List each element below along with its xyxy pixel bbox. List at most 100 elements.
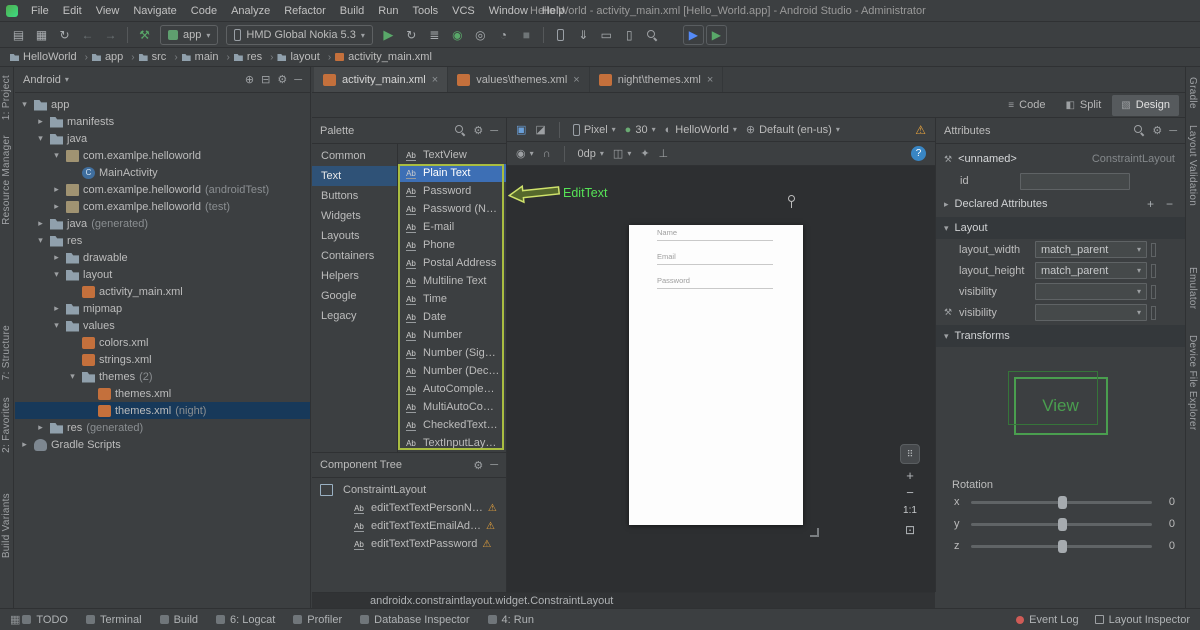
- tree-expand-icon[interactable]: ▾: [51, 150, 62, 161]
- open-icon[interactable]: ▤: [8, 25, 29, 45]
- project-tree-item[interactable]: ▾ layout: [15, 266, 310, 283]
- rotation-slider[interactable]: [971, 495, 1152, 509]
- sdk-manager-icon[interactable]: ⇓: [573, 25, 594, 45]
- tree-expand-icon[interactable]: ▸: [35, 218, 46, 229]
- apply-changes-icon[interactable]: ↻: [401, 25, 422, 45]
- breadcrumb-item[interactable]: HelloWorld ›: [10, 51, 92, 63]
- palette-item[interactable]: Date: [398, 308, 506, 326]
- component-tree-item[interactable]: editTextTextPersonN… ⚠: [312, 499, 506, 517]
- palette-item[interactable]: Number (Sig…: [398, 344, 506, 362]
- tab-close-icon[interactable]: ×: [573, 74, 579, 86]
- project-tree-item[interactable]: ▾ themes (2): [15, 368, 310, 385]
- declared-attributes-section[interactable]: ▸ Declared Attributes + −: [936, 193, 1185, 215]
- status-bar-tool-button[interactable]: 6: Logcat: [216, 614, 275, 626]
- layout-section[interactable]: ▾ Layout: [936, 217, 1185, 239]
- infer-constraints-icon[interactable]: ✦: [640, 147, 649, 160]
- tool-window-switcher-icon[interactable]: ▦: [10, 613, 20, 626]
- attribute-value-select[interactable]: ▾: [1035, 304, 1147, 321]
- event-log-button[interactable]: Event Log: [1016, 614, 1079, 626]
- menu-item[interactable]: Code: [184, 0, 224, 22]
- project-tree-item[interactable]: ▾ res: [15, 232, 310, 249]
- tree-expand-icon[interactable]: ▸: [51, 252, 62, 263]
- palette-category[interactable]: Layouts: [312, 226, 397, 246]
- search-icon[interactable]: [455, 125, 466, 136]
- status-bar-tool-button[interactable]: 4: Run: [488, 614, 534, 626]
- locate-file-icon[interactable]: ⊕: [245, 73, 254, 86]
- hide-panel-icon[interactable]: ─: [1169, 125, 1177, 137]
- edittext-field[interactable]: Email: [657, 252, 773, 265]
- status-bar-tool-button[interactable]: Build: [160, 614, 198, 626]
- device-in-editor-select[interactable]: Pixel ▾: [572, 123, 616, 136]
- run-configuration-select[interactable]: app ▾: [160, 25, 219, 45]
- palette-item[interactable]: TextView: [398, 146, 506, 164]
- resource-picker-button[interactable]: [1151, 263, 1156, 278]
- menu-item[interactable]: Edit: [56, 0, 89, 22]
- project-tree-item[interactable]: ▾ app: [15, 96, 310, 113]
- project-tree-item[interactable]: ▾ com.examlpe.helloworld: [15, 147, 310, 164]
- tree-expand-icon[interactable]: ▸: [51, 303, 62, 314]
- status-bar-tool-button[interactable]: Profiler: [293, 614, 342, 626]
- palette-item[interactable]: MultiAutoCo…: [398, 398, 506, 416]
- tree-expand-icon[interactable]: ▾: [35, 133, 46, 144]
- palette-category[interactable]: Google: [312, 286, 397, 306]
- locale-select[interactable]: ⊕ Default (en-us) ▾: [746, 123, 840, 137]
- search-icon[interactable]: [1134, 125, 1145, 136]
- tool-window-button[interactable]: 2: Favorites: [1, 397, 12, 453]
- autoconnect-magnet-icon[interactable]: ∩: [543, 148, 551, 160]
- menu-item[interactable]: View: [89, 0, 127, 22]
- editor-tab[interactable]: night\themes.xml ×: [590, 67, 724, 92]
- design-canvas[interactable]: Name Email Password ⠿ + − 1:1 ⊡: [507, 166, 935, 592]
- hide-panel-icon[interactable]: ─: [490, 459, 498, 471]
- palette-category[interactable]: Widgets: [312, 206, 397, 226]
- tree-expand-icon[interactable]: ▸: [51, 201, 62, 212]
- project-tree-item[interactable]: MainActivity: [15, 164, 310, 181]
- warning-icon[interactable]: ⚠: [482, 539, 491, 550]
- tab-close-icon[interactable]: ×: [432, 74, 438, 86]
- zoom-to-fit-icon[interactable]: ⊡: [905, 523, 915, 537]
- tool-window-button[interactable]: Resource Manager: [1, 135, 12, 225]
- project-tree-item[interactable]: ▸ com.examlpe.helloworld (test): [15, 198, 310, 215]
- pan-icon[interactable]: ⠿: [900, 444, 920, 464]
- lint-warning-icon[interactable]: ⚠: [915, 123, 926, 137]
- rotation-slider[interactable]: [971, 517, 1152, 531]
- breadcrumb-item[interactable]: activity_main.xml: [335, 51, 444, 63]
- status-bar-tool-button[interactable]: TODO: [22, 614, 68, 626]
- device-file-explorer-icon[interactable]: ▯: [619, 25, 640, 45]
- palette-item[interactable]: Number (Dec…: [398, 362, 506, 380]
- save-all-icon[interactable]: ▦: [31, 25, 52, 45]
- tool-window-button[interactable]: 1: Project: [1, 75, 12, 120]
- palette-item[interactable]: Multiline Text: [398, 272, 506, 290]
- tab-close-icon[interactable]: ×: [707, 74, 713, 86]
- project-tree-item[interactable]: ▸ res (generated): [15, 419, 310, 436]
- run-button[interactable]: ▶: [378, 25, 399, 45]
- project-tree-item[interactable]: activity_main.xml: [15, 283, 310, 300]
- palette-category[interactable]: Helpers: [312, 266, 397, 286]
- tree-expand-icon[interactable]: ▸: [51, 184, 62, 195]
- palette-item[interactable]: AutoComple…: [398, 380, 506, 398]
- gradle-run-icon[interactable]: ▶: [705, 25, 727, 45]
- palette-item[interactable]: Password (N…: [398, 200, 506, 218]
- sync-icon[interactable]: ↻: [54, 25, 75, 45]
- rotation-slider-thumb[interactable]: [1057, 539, 1067, 553]
- canvas-resize-handle[interactable]: [810, 528, 819, 537]
- profile-icon[interactable]: ◔: [493, 25, 514, 45]
- attribute-value-select[interactable]: match_parent ▾: [1035, 262, 1147, 279]
- menu-item[interactable]: Analyze: [224, 0, 277, 22]
- project-tree-item[interactable]: ▸ drawable: [15, 249, 310, 266]
- debug-icon[interactable]: ◉: [447, 25, 468, 45]
- status-bar-tool-button[interactable]: Database Inspector: [360, 614, 469, 626]
- project-tree-item[interactable]: ▾ values: [15, 317, 310, 334]
- gear-icon[interactable]: ⚙: [1152, 124, 1162, 137]
- palette-item[interactable]: Phone: [398, 236, 506, 254]
- default-margins-button[interactable]: 0dp ▾: [578, 148, 604, 160]
- project-tree-item[interactable]: themes.xml: [15, 385, 310, 402]
- project-tree-item[interactable]: ▸ com.examlpe.helloworld (androidTest): [15, 181, 310, 198]
- resource-picker-button[interactable]: [1151, 305, 1156, 320]
- editor-tab[interactable]: activity_main.xml ×: [314, 67, 449, 92]
- build-hammer-icon[interactable]: ⚒: [134, 25, 155, 45]
- pack-icon[interactable]: ⊥: [659, 147, 669, 160]
- layout-inspector-button[interactable]: Layout Inspector: [1094, 614, 1190, 626]
- edittext-field[interactable]: Name: [657, 228, 773, 241]
- tool-window-button[interactable]: Build Variants: [1, 493, 12, 558]
- device-select[interactable]: HMD Global Nokia 5.3 ▾: [226, 25, 373, 45]
